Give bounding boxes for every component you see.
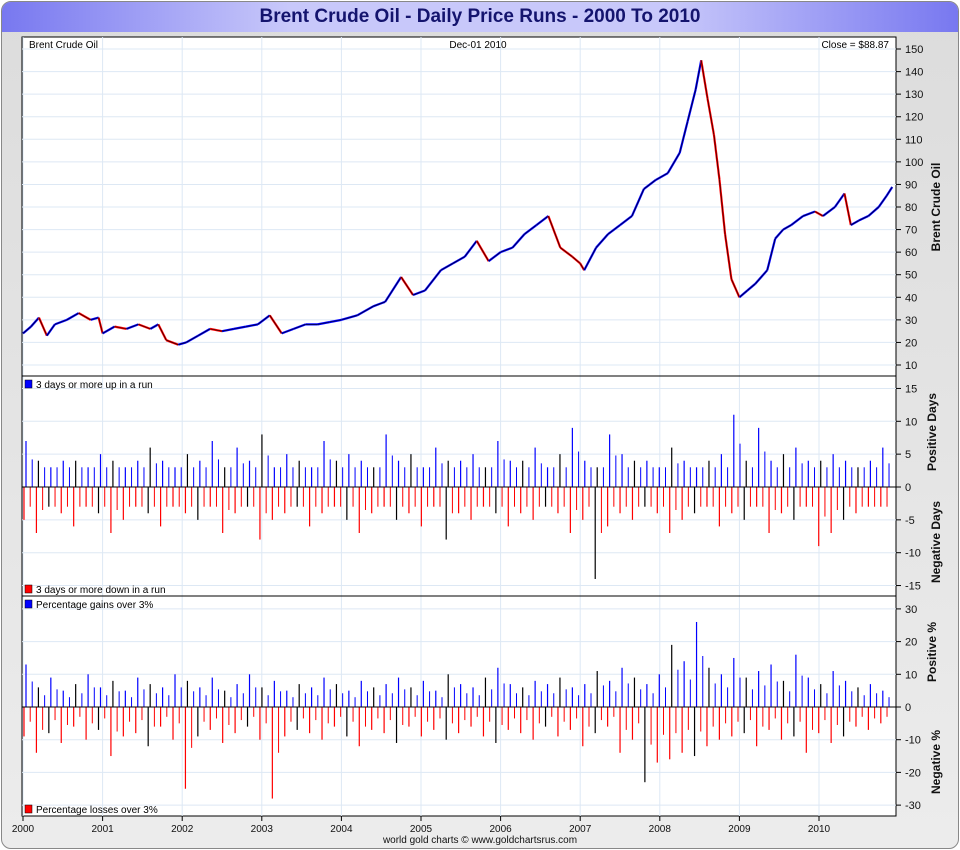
x-tick-label: 2010	[808, 824, 831, 835]
legend-swatch-down	[24, 804, 33, 814]
legend-swatch-down	[24, 584, 33, 594]
legend-label-up: 3 days or more up in a run	[36, 380, 153, 391]
y-tick-label: 100	[905, 157, 923, 169]
x-tick-label: 2006	[489, 824, 512, 835]
y-axis-label-positive-days: Positive Days	[925, 393, 939, 471]
header-center: Dec-01 2010	[449, 40, 507, 51]
y-tick-label: 20	[905, 637, 917, 649]
y-tick-label: 10	[905, 669, 917, 681]
y-tick-label: 10	[905, 416, 917, 428]
y-tick-label: 30	[905, 604, 917, 616]
y-tick-label: 0	[905, 702, 911, 714]
y-axis-label-positive-pct: Positive %	[925, 622, 939, 682]
y-tick-label: 5	[905, 449, 911, 461]
footer-credit: world gold charts © www.goldchartsrus.co…	[382, 835, 578, 846]
y-tick-label: -10	[905, 548, 921, 560]
chart-svg: 2000 2001 2002 2003 2004 2005 2006 2007 2008 2009…	[12, 36, 943, 835]
x-tick-label: 2008	[649, 824, 672, 835]
chart-window: Brent Crude Oil - Daily Price Runs - 200…	[1, 1, 959, 849]
y-tick-label: 110	[905, 134, 923, 146]
y-tick-label: 30	[905, 315, 917, 327]
y-tick-label: 90	[905, 179, 917, 191]
y-tick-label: 50	[905, 270, 917, 282]
header-left: Brent Crude Oil	[29, 40, 98, 51]
y-axis-label-price: Brent Crude Oil	[929, 163, 943, 252]
legend-label-down: 3 days or more down in a run	[36, 585, 166, 596]
y-tick-label: 40	[905, 292, 917, 304]
x-tick-label: 2009	[728, 824, 751, 835]
x-tick-label: 2001	[91, 824, 114, 835]
y-tick-label: -5	[905, 515, 915, 527]
y-tick-label: 20	[905, 337, 917, 349]
x-tick-label: 2003	[251, 824, 274, 835]
header-right: Close = $88.87	[821, 40, 889, 51]
x-tick-label: 2000	[12, 824, 35, 835]
y-axis-label-negative-pct: Negative %	[929, 730, 943, 794]
x-tick-label: 2002	[171, 824, 194, 835]
y-tick-label: -30	[905, 800, 921, 812]
y-tick-label: 150	[905, 44, 923, 56]
y-tick-label: 60	[905, 247, 917, 259]
legend-label-up: Percentage gains over 3%	[36, 600, 153, 611]
legend-swatch-up	[24, 599, 33, 609]
x-tick-label: 2007	[569, 824, 592, 835]
legend-swatch-up	[24, 379, 33, 389]
y-tick-label: -15	[905, 581, 921, 593]
y-tick-label: 120	[905, 112, 923, 124]
y-tick-label: 80	[905, 202, 917, 214]
y-tick-label: 0	[905, 482, 911, 494]
y-tick-label: 130	[905, 89, 923, 101]
y-tick-label: 10	[905, 360, 917, 372]
y-tick-label: -10	[905, 735, 921, 747]
y-tick-label: 140	[905, 67, 923, 79]
y-tick-label: -20	[905, 767, 921, 779]
x-tick-label: 2005	[410, 824, 433, 835]
y-tick-label: 15	[905, 383, 917, 395]
x-tick-label: 2004	[330, 824, 353, 835]
y-axis-label-negative-days: Negative Days	[929, 501, 943, 583]
y-tick-label: 70	[905, 225, 917, 237]
legend-label-down: Percentage losses over 3%	[36, 805, 158, 816]
